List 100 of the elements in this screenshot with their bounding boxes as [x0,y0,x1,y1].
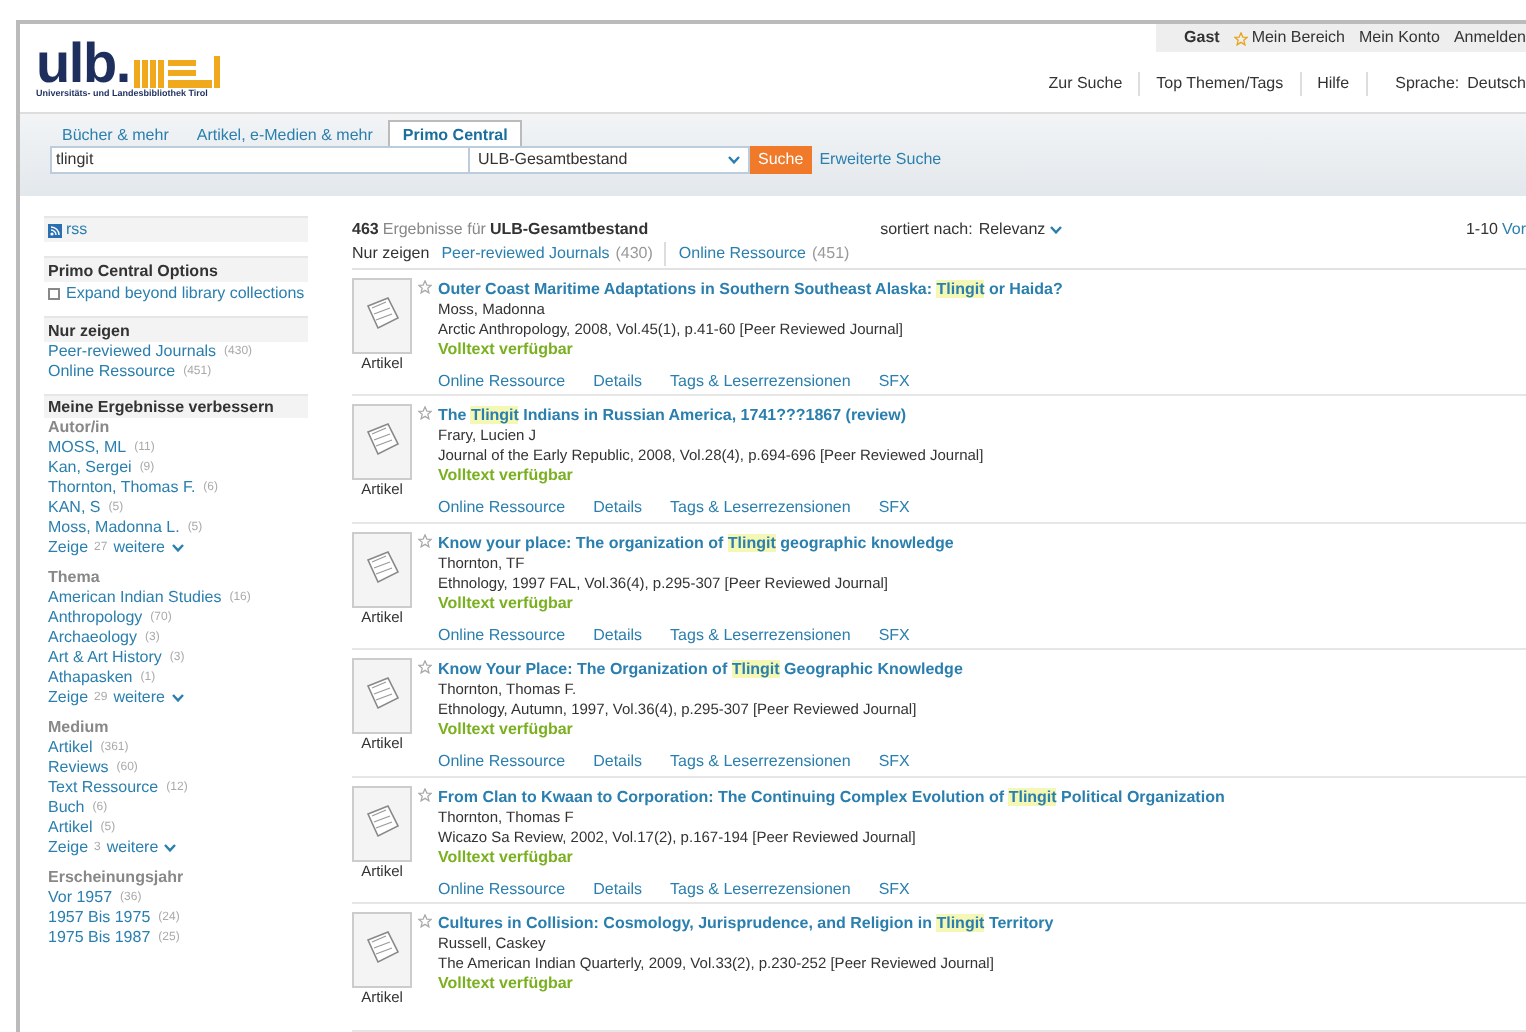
facet-link[interactable]: American Indian Studies [48,588,222,609]
next-page-link[interactable]: Vor [1501,217,1526,241]
chevron-down-icon [171,694,183,703]
facet-link[interactable]: Text Ressource [48,778,159,799]
chevron-down-icon [1049,225,1062,233]
facet-link[interactable]: KAN, S [48,498,101,519]
result-scope: ULB-Gesamtbestand [489,217,649,241]
chevron-down-icon [171,544,183,553]
facet-link[interactable]: Peer-reviewed Journals [48,342,217,363]
result-link[interactable]: SFX [878,498,910,519]
chevron-down-icon [164,844,177,853]
rss-link[interactable]: rss [66,218,88,243]
nav-link[interactable]: Top Themen/Tags [1140,72,1302,96]
star-icon [418,533,432,548]
filter-link[interactable]: Online Ressource [678,242,807,267]
sort-dropdown[interactable]: Relevanz [978,217,1062,241]
facet-link[interactable]: 1975 Bis 1987 [48,928,151,949]
show-more-link[interactable]: weitere [106,838,159,859]
facet-link[interactable]: Reviews [48,758,109,779]
facet-link[interactable]: Moss, Madonna L. [48,518,180,539]
result-title[interactable]: Cultures in Collision: Cosmology, Jurisprudence, and Religion in Tlingit Territory [438,912,1054,935]
show-more-label: Zeige [48,838,89,859]
result-link[interactable]: Tags & Leserrezensionen [670,625,851,646]
document-icon [352,658,412,735]
facet-group-title: Erscheinungsjahr [48,868,186,889]
result-link[interactable]: Tags & Leserrezensionen [670,752,851,773]
availability-label: Volltext verfügbar [438,593,575,614]
result-link[interactable]: SFX [878,752,910,773]
facet-link[interactable]: Anthropology [48,608,143,629]
facet-link[interactable]: 1957 Bis 1975 [48,908,151,929]
star-icon [418,660,432,675]
result-title[interactable]: Know your place: The organization of Tlingit geographic knowledge [438,531,954,554]
facet-link[interactable]: Online Ressource [48,362,176,383]
section-heading: Primo Central Options [48,260,220,283]
search-button[interactable]: Suche [750,146,812,175]
filter-link[interactable]: Peer-reviewed Journals [441,242,610,267]
result-link[interactable]: SFX [878,879,910,900]
user-name: Gast [1184,26,1220,50]
result-link[interactable]: Details [593,498,643,519]
result-title[interactable]: The Tlingit Indians in Russian America, 1741???1867 (review) [438,404,984,427]
show-more-link[interactable]: weitere [113,538,165,559]
facet-link[interactable]: MOSS, ML [48,438,127,459]
chevron-down-icon [728,156,740,165]
result-link[interactable]: Online Ressource [438,625,566,646]
facet-link[interactable]: Vor 1957 [48,888,113,909]
facet-group-title: Medium [48,718,111,739]
availability-label: Volltext verfügbar [438,339,575,360]
checkbox-label: Expand beyond library collections [66,282,305,305]
facet-link[interactable]: Artikel [48,738,93,759]
checkbox[interactable] [48,287,60,300]
user-link[interactable]: Mein Konto [1359,26,1440,50]
result-link[interactable]: Online Ressource [438,371,566,392]
star-icon [418,406,432,421]
search-tab[interactable]: Primo Central [388,120,522,147]
availability-label: Volltext verfügbar [438,974,575,995]
facet-link[interactable]: Athapasken [48,668,133,689]
nav-link[interactable]: Zur Suche [1032,72,1141,96]
show-more-label: Zeige [48,538,89,559]
result-link[interactable]: SFX [878,371,910,392]
search-tab[interactable]: Artikel, e-Medien & mehr [184,122,385,147]
facet-link[interactable]: Thornton, Thomas F. [48,478,196,499]
document-icon [352,785,412,862]
facet-link[interactable]: Artikel [48,818,93,839]
show-more-label: Zeige [48,688,89,709]
facet-link[interactable]: Buch [48,798,85,819]
facet-link[interactable]: Kan, Sergei [48,458,132,479]
show-more-link[interactable]: weitere [113,688,165,709]
star-icon [1233,31,1248,45]
facet-link[interactable]: Art & Art History [48,648,162,669]
section-heading: Meine Ergebnisse verbessern [48,398,276,419]
sort-label: sortiert nach: [880,217,973,241]
result-link[interactable]: Details [593,879,643,900]
star-icon [418,279,432,294]
nav-link[interactable]: Hilfe [1301,72,1368,96]
result-link[interactable]: Details [593,371,643,392]
availability-label: Volltext verfügbar [438,720,575,741]
result-link[interactable]: Tags & Leserrezensionen [670,371,851,392]
result-link[interactable]: Tags & Leserrezensionen [670,879,851,900]
document-icon [352,531,412,608]
result-link[interactable]: SFX [878,625,910,646]
user-link[interactable]: Mein Bereich [1251,26,1345,50]
result-link[interactable]: Tags & Leserrezensionen [670,498,851,519]
filter-count: (451) [812,242,850,267]
facet-link[interactable]: Archaeology [48,628,137,649]
result-link[interactable]: Details [593,625,643,646]
search-tab[interactable]: Bücher & mehr [50,122,181,147]
result-title[interactable]: Know Your Place: The Organization of Tlingit Geographic Knowledge [438,658,963,681]
result-link[interactable]: Online Ressource [438,879,566,900]
search-field[interactable]: tlingit [50,146,470,175]
user-link[interactable]: Anmelden [1453,26,1526,50]
result-link[interactable]: Online Ressource [438,498,566,519]
availability-label: Volltext verfügbar [438,466,575,487]
logo-text: ulb. [36,40,130,88]
result-title[interactable]: From Clan to Kwaan to Corporation: The Continuing Complex Evolution of Tlingit Political Organization [438,785,1225,808]
language-link[interactable]: Deutsch [1467,72,1526,96]
result-link[interactable]: Details [593,752,643,773]
advanced-search-link[interactable]: Erweiterte Suche [819,148,942,173]
result-link[interactable]: Online Ressource [438,752,566,773]
scope-dropdown[interactable]: ULB-Gesamtbestand [470,146,750,175]
result-title[interactable]: Outer Coast Maritime Adaptations in Southern Southeast Alaska: Tlingit or Haida? [438,277,1063,300]
